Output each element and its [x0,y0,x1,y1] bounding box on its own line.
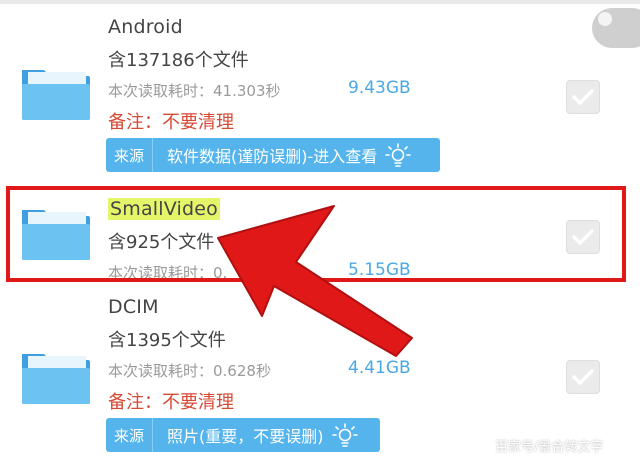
note-text: 备注：不要清理 [108,392,234,413]
folder-icon [22,70,90,120]
folder-size: 9.43GB [348,78,411,98]
source-tag: 来源 [106,138,154,172]
folder-item-android[interactable]: Android 含137186个文件 本次读取耗时：41.303秒 9.43GB… [0,0,640,180]
folder-name-highlight: SmallVideo [108,198,221,220]
folder-size: 4.41GB [348,358,411,378]
watermark: 百家号/景合转文字 [495,440,604,455]
read-time-tail: 秒 [284,264,300,282]
file-count: 含925个文件 [108,232,215,253]
read-time: 本次读取耗时：0. [108,264,228,282]
select-checkbox[interactable] [566,220,600,254]
folder-size: 5.15GB [348,260,411,280]
checkmark-icon [572,369,594,385]
read-time: 本次读取耗时：0.628秒 [108,362,271,380]
checkmark-icon [572,229,594,245]
select-checkbox[interactable] [566,80,600,114]
source-text: 照片(重要，不要误删) [167,427,324,446]
source-button[interactable]: 来源 软件数据(谨防误删)-进入查看 [106,138,440,172]
lightbulb-icon [385,143,412,167]
source-text: 软件数据(谨防误删)-进入查看 [167,147,378,166]
folder-item-smallvideo[interactable]: SmallVideo 含925个文件 本次读取耗时：0. 秒 5.15GB [0,186,640,282]
folder-name: Android [108,16,183,38]
file-count: 含137186个文件 [108,50,249,71]
source-tag: 来源 [106,418,154,452]
select-checkbox[interactable] [566,360,600,394]
source-button[interactable]: 来源 照片(重要，不要误删) [106,418,380,452]
lightbulb-icon [331,423,358,447]
file-count: 含1395个文件 [108,330,226,351]
folder-icon [22,354,90,404]
folder-name: SmallVideo [108,198,221,220]
folder-name: DCIM [108,296,159,318]
folder-icon [22,210,90,260]
read-time: 本次读取耗时：41.303秒 [108,82,281,100]
note-text: 备注：不要清理 [108,112,234,133]
checkmark-icon [572,89,594,105]
